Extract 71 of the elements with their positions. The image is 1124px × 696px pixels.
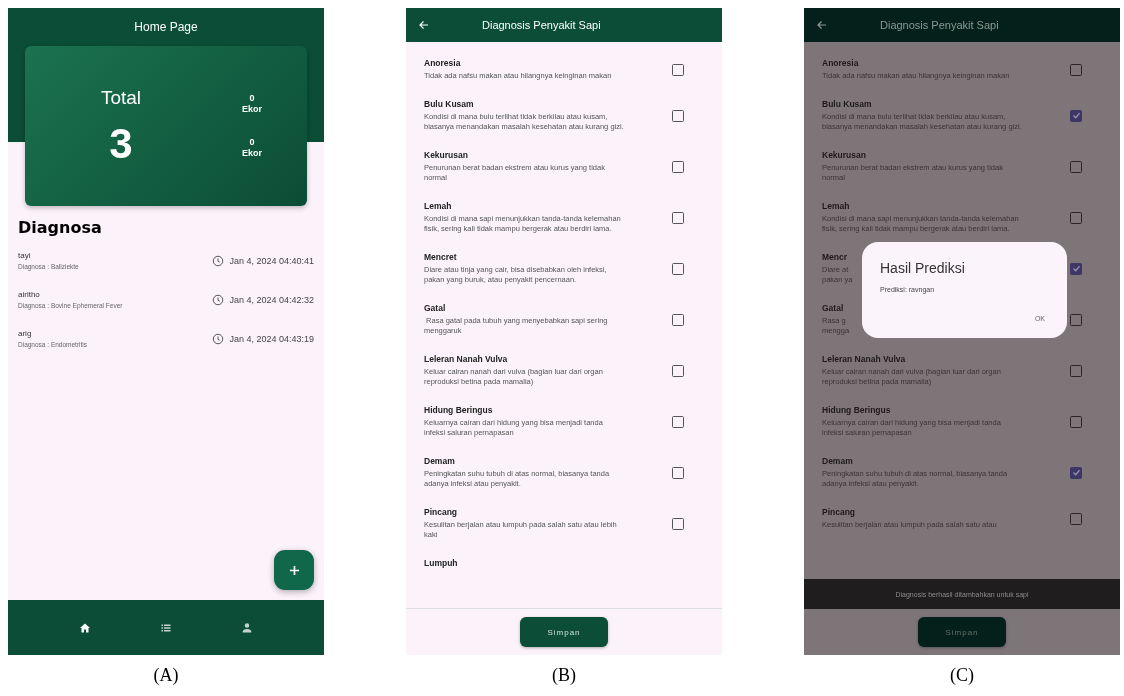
- symptom-title: Pincang: [822, 507, 856, 518]
- symptom-title: Hidung Beringus: [822, 405, 891, 416]
- symptom-checkbox[interactable]: [1070, 63, 1082, 76]
- stat-unit: Ekor: [242, 104, 262, 115]
- symptom-title: Leleran Nanah Vulva: [424, 354, 508, 365]
- figure-caption: (B): [552, 665, 576, 686]
- save-button[interactable]: Simpan: [918, 617, 1006, 647]
- home-icon: [79, 621, 91, 634]
- symptom-checkbox[interactable]: [672, 262, 684, 275]
- symptom-title: Lemah: [822, 201, 850, 212]
- symptom-checkbox[interactable]: [672, 364, 684, 377]
- symptom-checkbox[interactable]: [672, 313, 684, 326]
- symptom-title: Anoresia: [822, 58, 859, 69]
- plus-icon: [288, 564, 300, 576]
- symptom-title: Lumpuh: [424, 558, 458, 569]
- symptom-checkbox[interactable]: [1070, 512, 1082, 525]
- symptom-title: Bulu Kusam: [424, 99, 474, 110]
- symptom-checkbox[interactable]: [672, 517, 684, 530]
- symptom-title: Pincang: [424, 507, 458, 518]
- symptom-checkbox[interactable]: [672, 211, 684, 224]
- symptom-checkbox[interactable]: [1070, 211, 1082, 224]
- symptom-title: Lemah: [424, 201, 452, 212]
- symptom-checkbox[interactable]: [1070, 313, 1082, 326]
- clock-icon: [212, 293, 225, 306]
- symptom-title: Anoresia: [424, 58, 461, 69]
- symptom-checkbox[interactable]: [1070, 415, 1082, 428]
- total-label: Total: [100, 87, 142, 109]
- symptom-checkbox[interactable]: [672, 466, 684, 479]
- symptom-title: Mencret: [424, 252, 457, 263]
- symptom-checkbox[interactable]: [672, 160, 684, 173]
- symptom-checkbox[interactable]: [672, 63, 684, 76]
- symptom-title: Demam: [822, 456, 853, 467]
- figure-caption: (A): [153, 665, 179, 686]
- add-button[interactable]: [274, 550, 314, 590]
- clock-icon: [212, 254, 225, 267]
- save-button[interactable]: Simpan: [520, 617, 608, 647]
- symptom-title: Demam: [424, 456, 455, 467]
- diagnosis-time: Jan 4, 2024 04:40:41: [229, 255, 314, 266]
- diagnosis-time: Jan 4, 2024 04:42:32: [229, 294, 314, 305]
- section-heading: Diagnosa: [18, 218, 103, 237]
- symptom-checkbox[interactable]: [672, 415, 684, 428]
- person-icon: [241, 621, 253, 634]
- clock-icon: [212, 332, 225, 345]
- screen-title: Home Page: [134, 20, 198, 34]
- cow-name: airitho: [18, 290, 41, 299]
- screen-title: Diagnosis Penyakit Sapi: [880, 19, 999, 31]
- total-value: 3: [109, 123, 133, 165]
- back-arrow-icon[interactable]: [816, 19, 828, 31]
- cow-name: arig: [18, 329, 33, 338]
- diagnosis-time: Jan 4, 2024 04:43:19: [229, 333, 314, 344]
- symptom-title: Hidung Beringus: [424, 405, 493, 416]
- symptom-checkbox[interactable]: [1070, 262, 1082, 275]
- symptom-checkbox[interactable]: [1070, 466, 1082, 479]
- stat-value: 0: [249, 137, 255, 148]
- symptom-title: Mencr: [822, 252, 848, 263]
- symptom-checkbox[interactable]: [1070, 160, 1082, 173]
- symptom-title: Kekurusan: [424, 150, 468, 161]
- cow-name: tayi: [18, 251, 32, 260]
- symptom-checkbox[interactable]: [672, 109, 684, 122]
- dialog-title: Hasil Prediksi: [880, 260, 965, 276]
- symptom-checkbox[interactable]: [1070, 109, 1082, 122]
- stat-value: 0: [249, 93, 255, 104]
- symptom-title: Bulu Kusam: [822, 99, 872, 110]
- symptom-title: Kekurusan: [822, 150, 866, 161]
- figure-caption: (C): [950, 665, 974, 686]
- stat-unit: Ekor: [242, 148, 262, 159]
- symptom-checkbox[interactable]: [1070, 364, 1082, 377]
- symptom-title: Leleran Nanah Vulva: [822, 354, 906, 365]
- screen-title: Diagnosis Penyakit Sapi: [482, 19, 601, 31]
- symptom-title: Gatal: [424, 303, 446, 314]
- symptom-title: Gatal: [822, 303, 844, 314]
